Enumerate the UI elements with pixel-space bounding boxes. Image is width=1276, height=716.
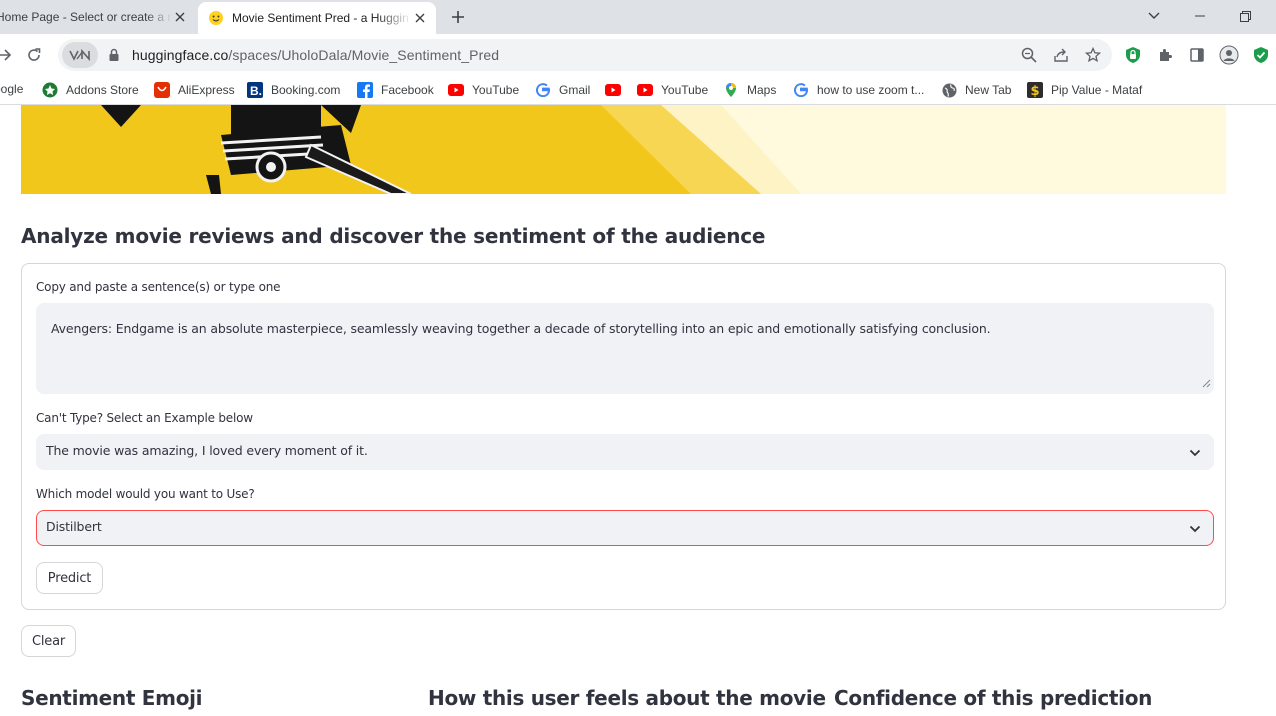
bookmark-label: Booking.com <box>271 83 341 97</box>
page-title: Analyze movie reviews and discover the s… <box>21 224 766 248</box>
bookmark-label: YouTube <box>661 83 709 97</box>
lock-icon[interactable] <box>108 48 120 67</box>
share-icon[interactable] <box>1051 45 1071 65</box>
hugging-face-icon <box>208 10 224 26</box>
bookmark-new-tab[interactable]: New Tab <box>941 82 1011 98</box>
close-icon[interactable] <box>172 9 188 25</box>
bookmark-maps[interactable]: Maps <box>723 82 776 98</box>
forward-icon[interactable] <box>0 43 16 67</box>
globe-icon <box>941 82 957 98</box>
zoom-icon[interactable] <box>1019 45 1039 65</box>
bookmark-star-icon[interactable] <box>1083 45 1103 65</box>
bookmark-facebook[interactable]: Facebook <box>357 82 434 98</box>
bookmark-label: Gmail <box>559 83 591 97</box>
page-content: Analyze movie reviews and discover the s… <box>0 105 1276 716</box>
minimize-icon[interactable] <box>1177 0 1223 32</box>
review-textarea[interactable]: Avengers: Endgame is an absolute masterp… <box>36 303 1214 394</box>
bookmark-label: Pip Value - Mataf <box>1051 83 1143 97</box>
bookmark-gmail[interactable]: Gmail <box>535 82 590 98</box>
close-icon[interactable] <box>412 10 428 26</box>
bookmark-label: New Tab <box>965 83 1012 97</box>
bookmark-addons-store[interactable]: Addons Store <box>42 82 139 98</box>
input-label: Copy and paste a sentence(s) or type one <box>36 280 281 294</box>
bookmark-label: Maps <box>747 83 777 97</box>
example-label: Can't Type? Select an Example below <box>36 411 253 425</box>
maps-icon <box>723 82 739 98</box>
browser-toolbar: huggingface.co/spaces/UholoDala/Movie_Se… <box>0 34 1276 76</box>
prediction-form: Copy and paste a sentence(s) or type one… <box>21 263 1226 610</box>
security-shield-icon[interactable] <box>1249 43 1273 67</box>
clear-button[interactable]: Clear <box>21 625 76 657</box>
google-icon <box>793 82 809 98</box>
example-selected-value: The movie was amazing, I loved every mom… <box>46 443 368 458</box>
restore-icon[interactable] <box>1222 0 1268 32</box>
chevron-down-icon <box>1189 521 1201 536</box>
movie-camera-illustration <box>21 105 1226 194</box>
tab-title: Home Page - Select or create a n <box>0 10 172 24</box>
bookmark-youtube-2[interactable]: YouTube <box>637 82 708 98</box>
address-bar[interactable]: huggingface.co/spaces/UholoDala/Movie_Se… <box>58 39 1112 71</box>
tab-strip: Home Page - Select or create a n Movie S… <box>0 0 1276 34</box>
model-selected-value: Distilbert <box>46 519 102 534</box>
svg-text:$: $ <box>1031 84 1040 98</box>
google-icon <box>535 82 551 98</box>
bookmark-booking[interactable]: B. Booking.com <box>247 82 340 98</box>
example-select[interactable]: The movie was amazing, I loved every mom… <box>36 434 1214 470</box>
user-feels-heading: How this user feels about the movie <box>428 686 826 710</box>
url-text: huggingface.co/spaces/UholoDala/Movie_Se… <box>132 47 499 63</box>
bookmark-pip-value[interactable]: $ Pip Value - Mataf <box>1027 82 1142 98</box>
tab-search-icon[interactable] <box>1131 0 1177 32</box>
url-host: huggingface.co <box>132 47 229 63</box>
addons-icon <box>42 82 58 98</box>
bookmark-youtube-icon-only[interactable] <box>605 82 629 98</box>
url-path: /spaces/UholoDala/Movie_Sentiment_Pred <box>228 47 500 63</box>
bookmark-label: Addons Store <box>66 83 139 97</box>
predict-button[interactable]: Predict <box>36 562 103 594</box>
extensions-puzzle-icon[interactable] <box>1153 43 1177 67</box>
model-select[interactable]: Distilbert <box>36 510 1214 546</box>
vpn-icon[interactable] <box>62 42 98 68</box>
tab-title: Movie Sentiment Pred - a Huggin <box>232 11 409 25</box>
bookmarks-bar: oogle Addons Store AliExpress B. Booking… <box>0 76 1276 105</box>
model-label: Which model would you want to Use? <box>36 487 255 501</box>
reload-icon[interactable] <box>22 43 46 67</box>
svg-text:B.: B. <box>250 84 262 98</box>
bookmark-label: YouTube <box>472 83 520 97</box>
confidence-heading: Confidence of this prediction <box>834 686 1153 710</box>
facebook-icon <box>357 82 373 98</box>
side-panel-icon[interactable] <box>1185 43 1209 67</box>
bookmark-aliexpress[interactable]: AliExpress <box>154 82 235 98</box>
tab-movie-sentiment[interactable]: Movie Sentiment Pred - a Huggin <box>198 2 436 34</box>
bookmark-how-to-use-zoom[interactable]: how to use zoom t... <box>793 82 924 98</box>
tab-home-page[interactable]: Home Page - Select or create a n <box>0 0 196 34</box>
dollar-icon: $ <box>1027 82 1043 98</box>
bookmark-label: Facebook <box>381 83 434 97</box>
profile-avatar-icon[interactable] <box>1217 43 1241 67</box>
bookmark-label: oogle <box>0 82 24 96</box>
aliexpress-icon <box>154 82 170 98</box>
bookmark-google[interactable]: oogle <box>0 82 23 96</box>
bookmark-label: AliExpress <box>178 83 235 97</box>
bookmark-youtube[interactable]: YouTube <box>448 82 519 98</box>
youtube-icon <box>605 82 621 98</box>
new-tab-button[interactable] <box>448 7 468 27</box>
youtube-icon <box>637 82 653 98</box>
extension-shield-icon[interactable] <box>1121 43 1145 67</box>
resize-handle-icon[interactable] <box>1202 376 1211 391</box>
banner-image <box>21 105 1226 194</box>
chevron-down-icon <box>1189 445 1201 460</box>
bookmark-label: how to use zoom t... <box>817 83 925 97</box>
booking-icon: B. <box>247 82 263 98</box>
sentiment-emoji-heading: Sentiment Emoji <box>21 686 203 710</box>
youtube-icon <box>448 82 464 98</box>
review-text: Avengers: Endgame is an absolute masterp… <box>51 321 991 336</box>
